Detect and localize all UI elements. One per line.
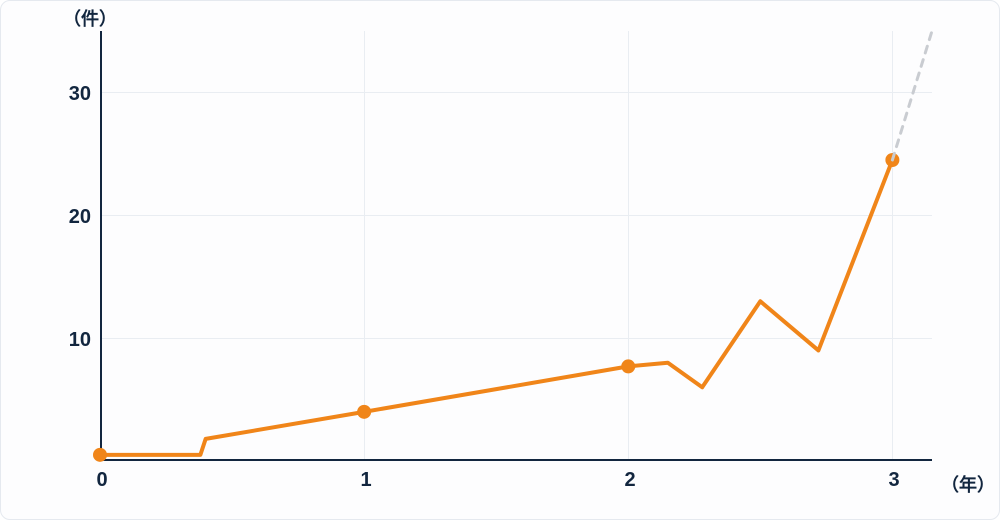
marker xyxy=(621,359,635,373)
y-tick-20: 20 xyxy=(51,206,91,229)
chart-svg xyxy=(100,31,932,461)
x-tick-2: 2 xyxy=(615,469,645,492)
x-tick-0: 0 xyxy=(87,469,117,492)
plot-area xyxy=(100,31,932,461)
y-tick-10: 10 xyxy=(51,329,91,352)
x-tick-1: 1 xyxy=(351,469,381,492)
marker xyxy=(93,448,107,462)
series-projection xyxy=(892,31,932,160)
marker xyxy=(357,405,371,419)
x-tick-3: 3 xyxy=(879,469,909,492)
y-tick-30: 30 xyxy=(51,83,91,106)
series-main xyxy=(100,160,892,455)
chart-card: （件） 10 20 30 0 1 2 3 （年） xyxy=(0,0,1000,520)
x-axis-unit: （年） xyxy=(941,471,995,497)
y-axis-unit: （件） xyxy=(63,5,117,31)
